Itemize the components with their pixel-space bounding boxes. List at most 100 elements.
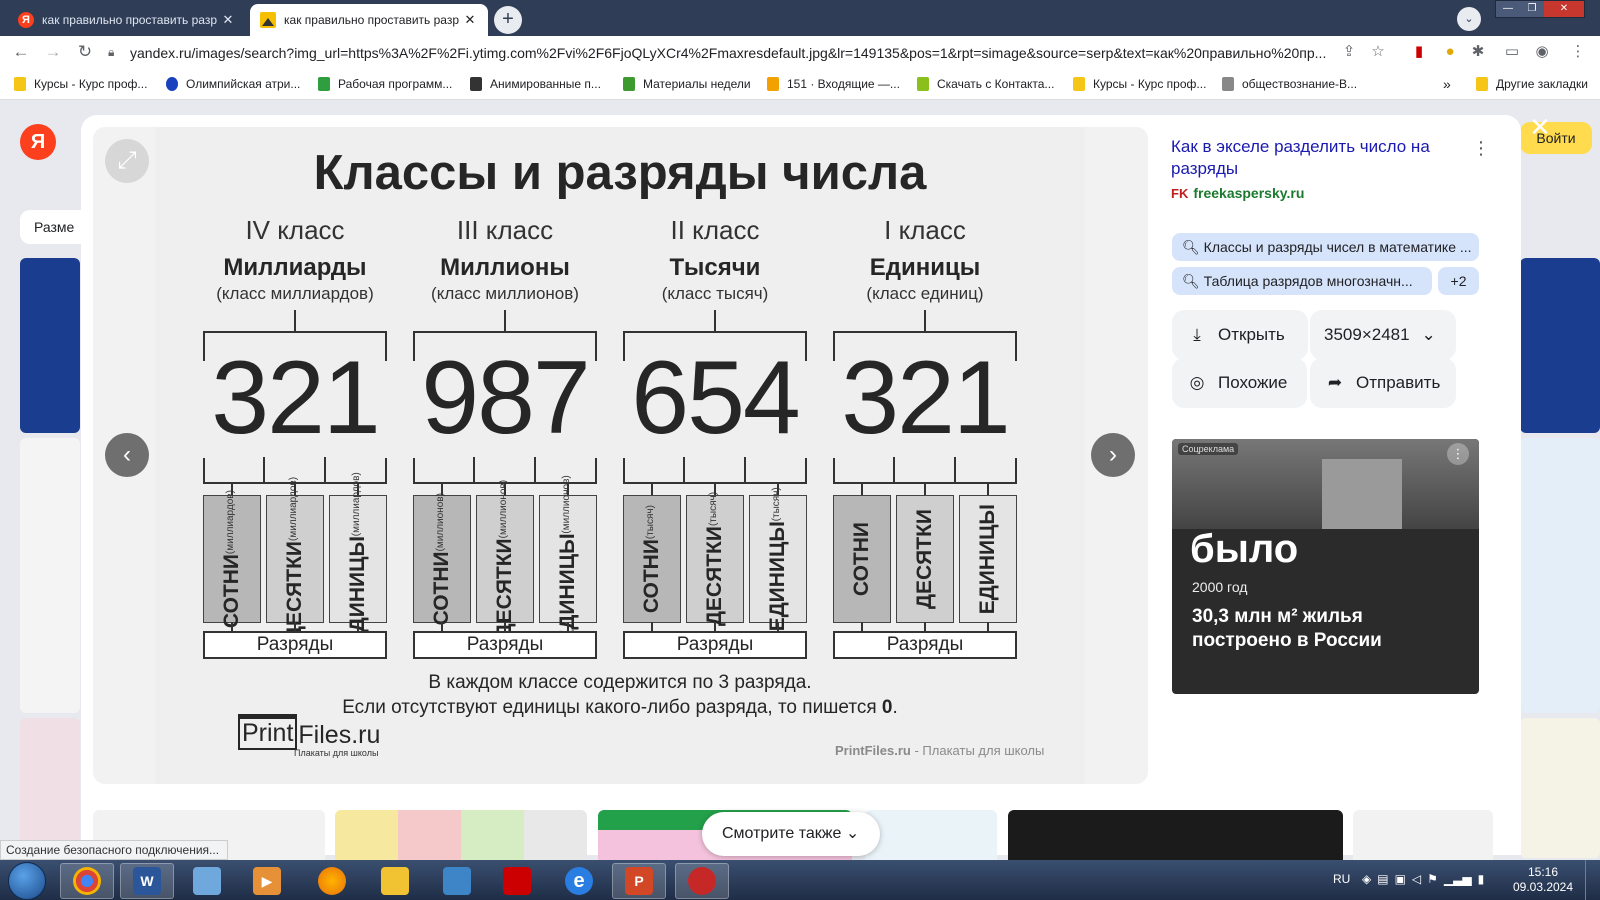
taskbar-app-acrobat[interactable] [490, 863, 544, 899]
taskbar-app-notepad[interactable] [180, 863, 234, 899]
related-thumbnail[interactable] [335, 810, 587, 860]
taskbar-app-explorer[interactable] [368, 863, 422, 899]
background-thumbnail[interactable] [20, 718, 80, 858]
class-digits: 321 [841, 340, 1011, 456]
tab-close-icon[interactable]: ✕ [462, 12, 478, 28]
background-thumbnail[interactable] [1520, 718, 1600, 858]
class-column-i: I класс Единицы (класс единиц) 321 СОТНИ… [830, 215, 1020, 659]
ad-more-icon[interactable]: ⋮ [1447, 443, 1469, 465]
profile-avatar-icon[interactable]: ◉ [1530, 40, 1554, 64]
extension-badge-icon[interactable]: ● [1438, 40, 1462, 64]
previous-image-button[interactable]: ‹ [105, 433, 149, 477]
bookmark-item[interactable]: обществознание-В... [1222, 75, 1357, 93]
class-label: I класс [884, 215, 966, 245]
share-icon[interactable]: ⇪ [1337, 40, 1361, 64]
antivirus-tray-icon[interactable]: ◈ [1362, 872, 1371, 886]
bookmark-star-icon[interactable]: ☆ [1366, 40, 1390, 64]
back-icon[interactable]: ← [9, 40, 33, 64]
see-also-button[interactable]: Смотрите также ⌄ [702, 812, 880, 856]
clock[interactable]: 15:16 09.03.2024 [1508, 865, 1578, 895]
powerpoint-icon: P [625, 867, 653, 895]
similar-button[interactable]: ◎ Похожие [1172, 358, 1307, 408]
minimize-icon[interactable]: — [1496, 1, 1520, 17]
yandex-favicon-icon: Я [18, 12, 34, 28]
related-search-chip[interactable]: 🔍︎ Таблица разрядов многозначн... [1172, 267, 1432, 295]
bookmark-favicon-icon [1073, 77, 1085, 91]
extensions-puzzle-icon[interactable]: ✱ [1466, 40, 1490, 64]
taskbar-app-powerpoint[interactable]: P [612, 863, 666, 899]
speaker-tray-icon[interactable]: ◁ [1412, 872, 1421, 886]
rank-hundreds: СОТНИ (миллиардов) [203, 490, 261, 628]
browser-toolbar: ← → ↻ 🔒︎ yandex.ru/images/search?img_url… [0, 36, 1600, 68]
taskbar-app-firefox[interactable] [305, 863, 359, 899]
class-digits: 321 [211, 340, 381, 456]
bookmark-item[interactable]: Рабочая программ... [318, 75, 452, 93]
background-thumbnail[interactable] [1520, 438, 1600, 713]
battery-tray-icon[interactable]: ▮ [1478, 872, 1485, 886]
signal-tray-icon[interactable]: ▁▃▅ [1444, 872, 1472, 886]
bracket-tick [294, 310, 296, 332]
taskbar-app-media[interactable]: ▶ [240, 863, 294, 899]
class-label: III класс [456, 215, 554, 245]
related-thumbnail[interactable] [1008, 810, 1343, 860]
yandex-logo[interactable]: Я [20, 124, 56, 160]
bookmark-item[interactable]: Курсы - Курс проф... [1073, 75, 1206, 93]
printer-tray-icon[interactable]: ▣ [1395, 872, 1406, 886]
source-domain[interactable]: FK freekaspersky.ru [1171, 185, 1304, 201]
bookmark-item[interactable]: Скачать с Контакта... [917, 75, 1054, 93]
related-thumbnail[interactable] [1353, 810, 1493, 860]
acrobat-icon [503, 867, 531, 895]
share-button[interactable]: ➦ Отправить [1310, 358, 1456, 408]
size-select-button[interactable]: 3509×2481 ⌄ [1310, 310, 1456, 360]
share-arrow-icon: ➦ [1327, 373, 1343, 392]
window-controls: — ❐ ✕ [1495, 0, 1585, 18]
taskbar-app-red[interactable] [675, 863, 729, 899]
language-indicator[interactable]: RU [1333, 872, 1350, 886]
tab-close-icon[interactable]: ✕ [220, 12, 236, 28]
taskbar-app-word[interactable]: W [120, 863, 174, 899]
tab-search-icon[interactable]: ⌄ [1457, 7, 1481, 31]
bookmark-item[interactable]: Курсы - Курс проф... [14, 75, 147, 93]
new-tab-button[interactable]: + [494, 6, 522, 34]
browser-menu-icon[interactable]: ⋮ [1566, 40, 1590, 64]
media-player-icon: ▶ [253, 867, 281, 895]
flag-tray-icon[interactable]: ⚑ [1427, 872, 1438, 886]
open-image-button[interactable]: ⤓ Открыть [1172, 310, 1308, 360]
restore-icon[interactable]: ❐ [1520, 1, 1544, 17]
bookmark-item[interactable]: Материалы недели [623, 75, 751, 93]
related-search-chip[interactable]: 🔍︎ Классы и разряды чисел в математике .… [1172, 233, 1479, 261]
show-desktop-button[interactable] [1585, 860, 1600, 900]
bookmark-item[interactable]: 151 · Входящие —... [767, 75, 900, 93]
background-thumbnail[interactable] [1520, 258, 1600, 433]
bookmarks-more-icon[interactable]: » [1443, 75, 1451, 93]
reload-icon[interactable]: ↻ [73, 40, 97, 64]
size-filter-button[interactable]: Разме [20, 210, 90, 244]
next-image-button[interactable]: › [1091, 433, 1135, 477]
tab-1[interactable]: Я как правильно проставить разр ✕ [8, 4, 246, 36]
taskbar-app-chrome[interactable] [60, 863, 114, 899]
pdf-extension-icon[interactable]: ▮ [1407, 40, 1431, 64]
fullscreen-expand-icon[interactable]: ⤢ [105, 139, 149, 183]
network-tray-icon[interactable]: ▤ [1377, 872, 1388, 886]
related-thumbnail[interactable] [865, 810, 997, 860]
bookmark-item[interactable]: Олимпийская атри... [166, 75, 300, 93]
bookmark-favicon-icon [14, 77, 26, 91]
bookmark-item[interactable]: Анимированные п... [470, 75, 601, 93]
other-bookmarks-folder[interactable]: Другие закладки [1476, 75, 1588, 93]
forward-icon[interactable]: → [41, 40, 65, 64]
more-chips-button[interactable]: +2 [1438, 267, 1479, 295]
source-title-link[interactable]: Как в экселе разделить число на разряды [1171, 136, 1461, 180]
close-window-icon[interactable]: ✕ [1544, 1, 1584, 17]
ad-card[interactable]: Соцреклама ⋮ было 2000 год 30,3 млн м² ж… [1172, 439, 1479, 694]
start-button-icon[interactable] [8, 862, 46, 900]
background-thumbnail[interactable] [20, 258, 80, 433]
side-panel-icon[interactable]: ▭ [1500, 40, 1524, 64]
more-options-icon[interactable]: ⋮ [1472, 138, 1490, 159]
tab-2-active[interactable]: как правильно проставить разр ✕ [250, 4, 488, 36]
background-thumbnail[interactable] [20, 438, 80, 713]
taskbar-app-ie[interactable]: e [552, 863, 606, 899]
close-viewer-icon[interactable]: ✕ [1524, 112, 1556, 144]
taskbar-app-tool[interactable] [430, 863, 484, 899]
download-favicon-icon [917, 77, 929, 91]
address-bar[interactable]: 🔒︎ yandex.ru/images/search?img_url=https… [108, 39, 1395, 66]
